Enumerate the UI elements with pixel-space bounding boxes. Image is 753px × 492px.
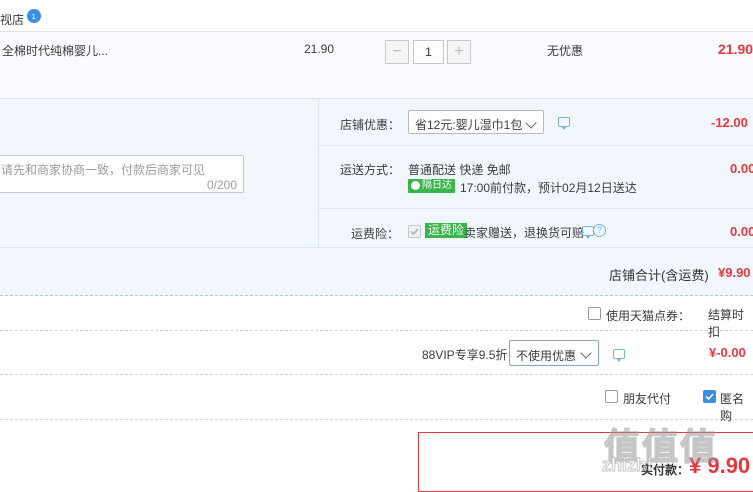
chevron-down-icon — [580, 347, 592, 359]
item-price: 21.90 — [304, 42, 335, 56]
tmall-points-label: 使用天猫点券： — [606, 309, 691, 323]
shop-promo-amount: -12.00 — [711, 115, 748, 130]
shipping-method[interactable]: 普通配送 快递 免邮 — [408, 161, 511, 178]
actual-pay-value: ¥ 9.90 — [689, 453, 751, 478]
shop-promo-selected: 省12元:婴儿湿巾1包 — [415, 118, 523, 132]
shop-header: 视店 1 — [0, 0, 753, 32]
wangwang-icon[interactable]: 1 — [27, 9, 41, 23]
vip-select[interactable]: 不使用优惠 — [509, 340, 599, 366]
increase-button[interactable]: + — [447, 40, 471, 64]
vip-label: 88VIP专享9.5折 — [422, 348, 508, 362]
shipping-amount: 0.00 — [730, 161, 753, 176]
insurance-label: 运费险： — [351, 227, 400, 241]
next-day-badge: 隔日达 — [408, 179, 455, 193]
insurance-row: 运费险： 运费险 卖家赠送，退换货可赔 ? 0.00 — [319, 209, 753, 247]
vip-row: 88VIP专享9.5折 不使用优惠 ¥-0.00 — [0, 331, 753, 375]
quantity-stepper: − 1 + — [385, 40, 471, 64]
chevron-down-icon — [525, 117, 537, 129]
item-row: 全棉时代纯棉婴儿... 21.90 − 1 + 无优惠 21.90 — [0, 31, 753, 99]
badge-text: 隔日达 — [422, 180, 452, 191]
help-icon[interactable]: ? — [593, 224, 606, 237]
decrease-button[interactable]: − — [385, 40, 409, 64]
shipping-row: 运送方式： 普通配送 快递 免邮 隔日达 17:00前付款，预计02月12日送达… — [319, 146, 753, 209]
actual-pay-box: 实付款： ¥ 9.90 — [418, 432, 753, 492]
payment-options-row: 朋友代付 匿名购 — [0, 375, 753, 423]
note-placeholder: 请先和商家协商一致，付款后商家可见 — [1, 163, 206, 177]
quantity-input[interactable]: 1 — [413, 40, 444, 64]
shop-total-value: ¥9.90 — [718, 265, 751, 280]
shop-total-row: 店铺合计(含运费) ¥9.90 — [0, 247, 753, 296]
vip-amount: ¥-0.00 — [709, 345, 746, 360]
item-title[interactable]: 全棉时代纯棉婴儿... — [2, 42, 108, 59]
shipping-eta: 17:00前付款，预计02月12日送达 — [460, 181, 637, 195]
order-options-section: 请先和商家协商一致，付款后商家可见 0/200 店铺优惠： 省12元:婴儿湿巾1… — [0, 99, 753, 296]
buyer-note-input[interactable]: 请先和商家协商一致，付款后商家可见 0/200 — [0, 155, 244, 193]
friend-pay-label: 朋友代付 — [623, 392, 672, 406]
tmall-points-row: 使用天猫点券： 结算时扣 — [0, 296, 753, 339]
insurance-amount: 0.00 — [730, 224, 753, 239]
insurance-text: 卖家赠送，退换货可赔 — [464, 226, 585, 240]
insurance-checkbox[interactable] — [408, 225, 421, 238]
chat-icon[interactable] — [558, 117, 570, 130]
item-discount: 无优惠 — [547, 44, 584, 58]
tmall-points-checkbox[interactable] — [588, 307, 601, 320]
actual-pay-label: 实付款： — [641, 463, 690, 477]
friend-pay-checkbox[interactable] — [605, 390, 618, 403]
clock-icon — [411, 181, 420, 190]
shop-name[interactable]: 视店 — [0, 11, 24, 28]
insurance-tag: 运费险 — [425, 223, 468, 238]
shop-promo-label: 店铺优惠： — [340, 118, 401, 132]
chat-icon[interactable] — [613, 349, 625, 362]
shop-total-label: 店铺合计(含运费) — [609, 268, 709, 283]
note-area: 请先和商家协商一致，付款后商家可见 0/200 — [0, 99, 318, 247]
shipping-label: 运送方式： — [340, 163, 401, 177]
anonymous-label: 匿名购 — [720, 392, 745, 423]
item-subtotal: 21.90 — [718, 41, 753, 57]
anonymous-checkbox[interactable] — [703, 390, 716, 403]
svg-text:1: 1 — [32, 13, 36, 21]
vip-selected: 不使用优惠 — [516, 349, 577, 363]
note-counter: 0/200 — [206, 178, 237, 192]
shop-promo-row: 店铺优惠： 省12元:婴儿湿巾1包 -12.00 — [319, 99, 753, 146]
shop-promo-select[interactable]: 省12元:婴儿湿巾1包 — [408, 110, 544, 134]
